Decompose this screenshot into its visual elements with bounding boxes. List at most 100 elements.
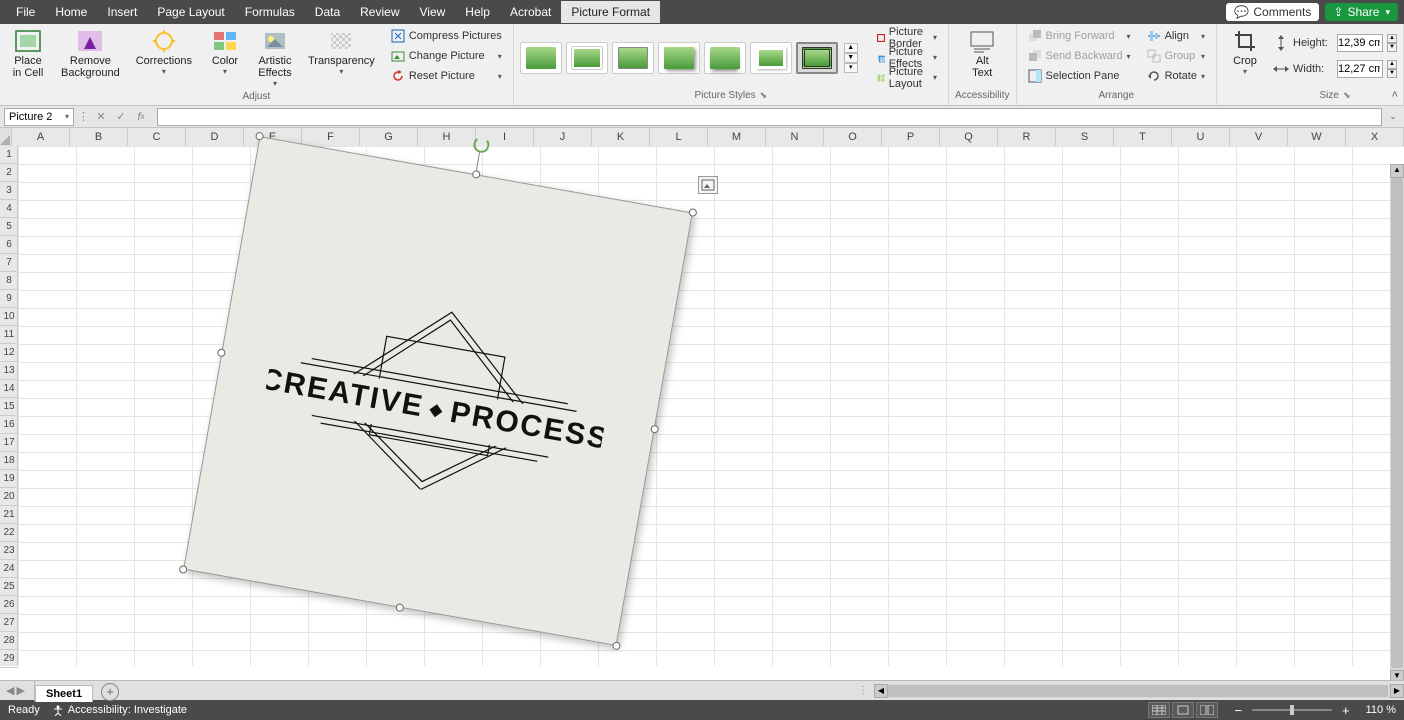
formula-bar-expand-button[interactable]: ⌄ (1386, 111, 1400, 122)
tab-page-layout[interactable]: Page Layout (147, 1, 234, 23)
height-up-button[interactable]: ▲ (1387, 34, 1397, 43)
row-header-17[interactable]: 17 (0, 434, 18, 452)
column-header-O[interactable]: O (824, 128, 882, 146)
cancel-formula-button[interactable]: ✕ (93, 109, 109, 125)
picture-options-smart-tag[interactable] (698, 176, 718, 194)
row-header-26[interactable]: 26 (0, 596, 18, 614)
resize-handle-s[interactable] (395, 603, 404, 612)
tab-acrobat[interactable]: Acrobat (500, 1, 561, 23)
tab-split-handle[interactable]: ⋮ (858, 685, 874, 696)
normal-view-button[interactable] (1148, 702, 1170, 718)
row-header-5[interactable]: 5 (0, 218, 18, 236)
size-group-label[interactable]: Size (1320, 89, 1351, 103)
gallery-up-button[interactable]: ▲ (844, 43, 858, 53)
sheet-prev-button[interactable]: ◀ (6, 684, 14, 697)
row-header-24[interactable]: 24 (0, 560, 18, 578)
vertical-scrollbar[interactable]: ▲ ▼ (1390, 164, 1404, 680)
column-header-N[interactable]: N (766, 128, 824, 146)
picture-styles-group-label[interactable]: Picture Styles (695, 89, 768, 103)
column-header-C[interactable]: C (128, 128, 186, 146)
picture-border-button[interactable]: Picture Border ▾ (872, 28, 942, 48)
vertical-scroll-thumb[interactable] (1391, 178, 1403, 668)
row-header-6[interactable]: 6 (0, 236, 18, 254)
width-up-button[interactable]: ▲ (1387, 60, 1397, 69)
column-header-F[interactable]: F (302, 128, 360, 146)
sheet-tab-1[interactable]: Sheet1 (35, 685, 93, 702)
column-header-U[interactable]: U (1172, 128, 1230, 146)
page-layout-view-button[interactable] (1172, 702, 1194, 718)
style-swatch-5[interactable] (704, 42, 746, 74)
horizontal-scroll-thumb[interactable] (888, 685, 1388, 697)
resize-handle-e[interactable] (650, 425, 659, 434)
tab-insert[interactable]: Insert (97, 1, 147, 23)
row-header-14[interactable]: 14 (0, 380, 18, 398)
picture-object[interactable]: CREATIVE ◆ PROCESS (183, 136, 693, 646)
style-swatch-7[interactable] (796, 42, 838, 74)
height-input[interactable] (1337, 34, 1383, 52)
row-header-2[interactable]: 2 (0, 164, 18, 182)
ribbon-collapse-button[interactable]: ˄ (1392, 89, 1398, 101)
row-header-23[interactable]: 23 (0, 542, 18, 560)
picture-styles-gallery[interactable]: ▲ ▼ ▾ (520, 42, 858, 74)
tab-formulas[interactable]: Formulas (235, 1, 305, 23)
compress-pictures-button[interactable]: Compress Pictures (386, 26, 507, 46)
column-header-K[interactable]: K (592, 128, 650, 146)
zoom-slider[interactable]: − + (1230, 703, 1353, 718)
style-swatch-3[interactable] (612, 42, 654, 74)
row-header-4[interactable]: 4 (0, 200, 18, 218)
column-header-J[interactable]: J (534, 128, 592, 146)
column-header-S[interactable]: S (1056, 128, 1114, 146)
insert-function-button[interactable]: fx (133, 109, 149, 125)
column-header-L[interactable]: L (650, 128, 708, 146)
row-header-7[interactable]: 7 (0, 254, 18, 272)
row-header-10[interactable]: 10 (0, 308, 18, 326)
corrections-button[interactable]: Corrections ▾ (131, 26, 197, 79)
accessibility-status[interactable]: Accessibility: Investigate (52, 704, 187, 716)
row-header-29[interactable]: 29 (0, 650, 18, 668)
add-sheet-button[interactable]: + (101, 683, 119, 701)
scroll-down-button[interactable]: ▼ (1390, 670, 1404, 680)
column-header-R[interactable]: R (998, 128, 1056, 146)
row-header-8[interactable]: 8 (0, 272, 18, 290)
column-header-X[interactable]: X (1346, 128, 1404, 146)
row-header-18[interactable]: 18 (0, 452, 18, 470)
artistic-effects-button[interactable]: Artistic Effects ▾ (253, 26, 297, 91)
column-header-D[interactable]: D (186, 128, 244, 146)
tab-picture-format[interactable]: Picture Format (561, 1, 660, 23)
column-header-H[interactable]: H (418, 128, 476, 146)
transparency-button[interactable]: Transparency ▾ (303, 26, 380, 79)
selection-pane-button[interactable]: Selection Pane (1023, 66, 1136, 86)
column-header-G[interactable]: G (360, 128, 418, 146)
row-header-28[interactable]: 28 (0, 632, 18, 650)
row-header-1[interactable]: 1 (0, 146, 18, 164)
tab-home[interactable]: Home (45, 1, 97, 23)
row-header-25[interactable]: 25 (0, 578, 18, 596)
style-swatch-1[interactable] (520, 42, 562, 74)
column-header-T[interactable]: T (1114, 128, 1172, 146)
height-down-button[interactable]: ▼ (1387, 43, 1397, 52)
row-header-11[interactable]: 11 (0, 326, 18, 344)
row-header-19[interactable]: 19 (0, 470, 18, 488)
zoom-thumb[interactable] (1290, 705, 1294, 715)
select-all-corner[interactable] (0, 128, 12, 146)
row-header-15[interactable]: 15 (0, 398, 18, 416)
crop-button[interactable]: Crop ▾ (1223, 26, 1267, 79)
cells-area[interactable]: CREATIVE ◆ PROCESS (18, 146, 1404, 666)
rotate-button[interactable]: Rotate ▾ (1142, 66, 1210, 86)
picture-effects-button[interactable]: Picture Effects ▾ (872, 48, 942, 68)
sheet-next-button[interactable]: ▶ (16, 684, 24, 697)
remove-background-button[interactable]: Remove Background (56, 26, 125, 82)
row-header-3[interactable]: 3 (0, 182, 18, 200)
column-header-P[interactable]: P (882, 128, 940, 146)
row-header-20[interactable]: 20 (0, 488, 18, 506)
align-button[interactable]: Align ▾ (1142, 26, 1210, 46)
row-header-16[interactable]: 16 (0, 416, 18, 434)
column-header-B[interactable]: B (70, 128, 128, 146)
tab-view[interactable]: View (410, 1, 456, 23)
resize-handle-w[interactable] (217, 348, 226, 357)
column-header-Q[interactable]: Q (940, 128, 998, 146)
zoom-track[interactable] (1252, 709, 1332, 711)
picture-layout-button[interactable]: Picture Layout ▾ (872, 68, 942, 88)
column-header-M[interactable]: M (708, 128, 766, 146)
tab-review[interactable]: Review (350, 1, 409, 23)
